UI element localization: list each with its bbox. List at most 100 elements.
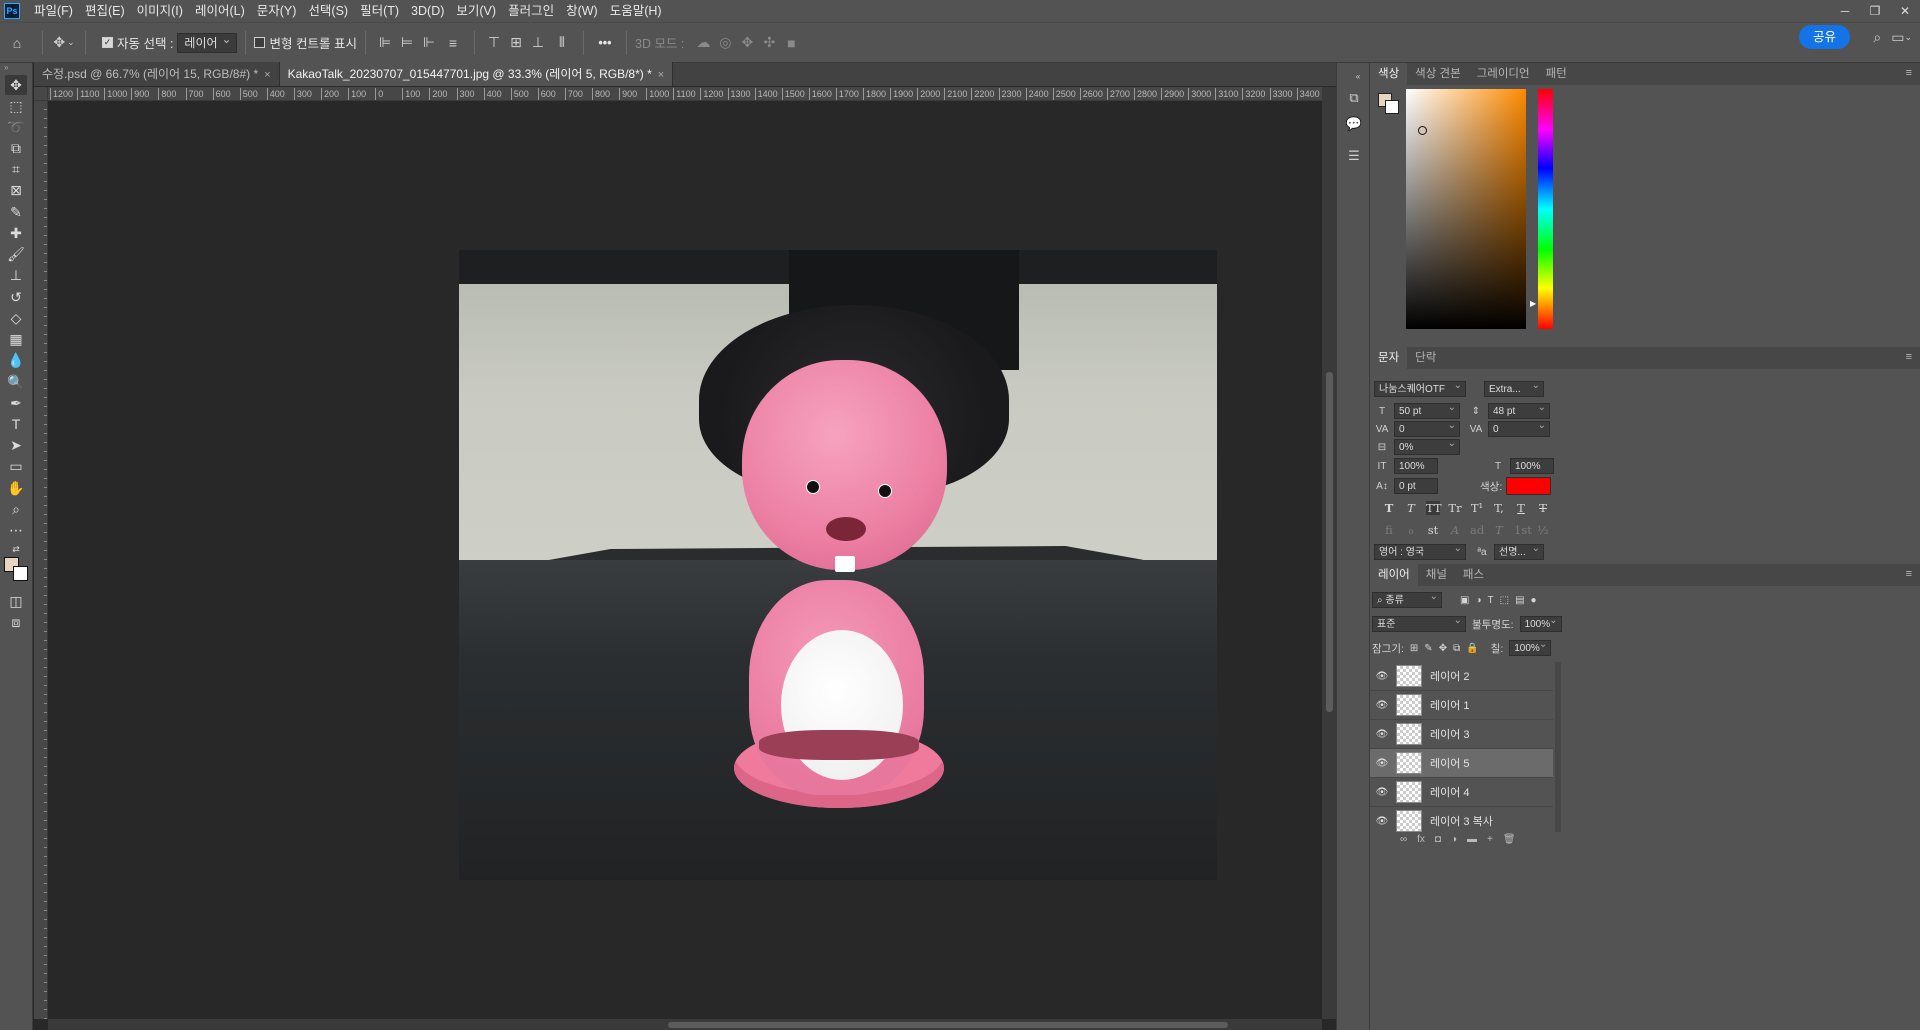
- search-icon[interactable]: ⌕: [1873, 29, 1881, 46]
- swash-button[interactable]: A: [1448, 523, 1462, 537]
- align-top-icon[interactable]: ⊤: [483, 34, 505, 51]
- object-select-icon[interactable]: ⧉: [5, 138, 27, 158]
- tab-paragraph[interactable]: 단락: [1407, 347, 1444, 369]
- menu-window[interactable]: 창(W): [560, 0, 604, 22]
- type-icon[interactable]: T: [5, 414, 27, 434]
- marquee-icon[interactable]: ⬚: [5, 96, 27, 116]
- path-select-icon[interactable]: ➤: [5, 435, 27, 455]
- align-right-icon[interactable]: ⊩: [418, 34, 440, 51]
- panel-menu-icon[interactable]: ≡: [1906, 351, 1912, 363]
- more-tools-icon[interactable]: ⋯: [5, 520, 27, 540]
- panel-menu-icon[interactable]: ≡: [1906, 67, 1912, 79]
- distribute-horizontal-icon[interactable]: ⫴: [549, 34, 575, 51]
- menu-type[interactable]: 문자(Y): [251, 0, 303, 22]
- background-color-swatch[interactable]: [1385, 100, 1399, 114]
- ligatures-button[interactable]: fi: [1382, 523, 1396, 537]
- scroll-thumb[interactable]: [668, 1022, 1228, 1028]
- menu-help[interactable]: 도움말(H): [604, 0, 668, 22]
- lock-position-icon[interactable]: ✥: [1439, 643, 1447, 654]
- menu-select[interactable]: 선택(S): [302, 0, 354, 22]
- menu-edit[interactable]: 편집(E): [79, 0, 131, 22]
- quick-mask-icon[interactable]: ◫: [5, 591, 27, 611]
- tab-layers[interactable]: 레이어: [1370, 564, 1418, 586]
- visibility-eye-icon[interactable]: 👁: [1370, 787, 1394, 798]
- tab-swatches[interactable]: 색상 견본: [1407, 63, 1469, 85]
- menu-3d[interactable]: 3D(D): [405, 0, 450, 22]
- underline-button[interactable]: T: [1514, 501, 1528, 515]
- tab-gradients[interactable]: 그레이디언: [1469, 63, 1538, 85]
- leading-field[interactable]: 48 pt: [1488, 401, 1550, 419]
- font-size-field[interactable]: 50 pt: [1394, 401, 1460, 419]
- menu-plugins[interactable]: 플러그인: [502, 0, 560, 22]
- faux-bold-button[interactable]: T: [1382, 501, 1396, 515]
- panel-menu-icon[interactable]: ≡: [1906, 568, 1912, 580]
- layer-style-icon[interactable]: fx: [1417, 834, 1425, 845]
- align-bottom-icon[interactable]: ⊥: [527, 34, 549, 51]
- brush-icon[interactable]: 🖌: [5, 244, 27, 264]
- distribute-vertical-icon[interactable]: ≡: [440, 35, 466, 51]
- antialias-dropdown[interactable]: 선명...: [1494, 542, 1544, 560]
- tab-paths[interactable]: 패스: [1455, 564, 1492, 586]
- filter-pixel-icon[interactable]: ▣: [1460, 595, 1469, 606]
- collapse-icon[interactable]: »: [4, 63, 8, 72]
- horizontal-scrollbar[interactable]: [48, 1019, 1322, 1030]
- healing-icon[interactable]: ✚: [5, 223, 27, 243]
- lock-artboard-icon[interactable]: ⧉: [1453, 643, 1460, 654]
- pen-icon[interactable]: ✒: [5, 393, 27, 413]
- blend-mode-dropdown[interactable]: 표준: [1372, 614, 1466, 632]
- color-picker-field[interactable]: [1406, 89, 1526, 329]
- rectangle-icon[interactable]: ▭: [5, 456, 27, 476]
- discretionary-ligatures-button[interactable]: st: [1426, 523, 1440, 537]
- collapse-icon[interactable]: «: [1353, 65, 1363, 87]
- layer-row[interactable]: 👁 레이어 3: [1370, 720, 1553, 749]
- layers-scrollbar[interactable]: [1555, 662, 1561, 832]
- ordinals-button[interactable]: 1st: [1514, 523, 1532, 537]
- filter-shape-icon[interactable]: ⬚: [1500, 595, 1509, 606]
- hue-slider-handle[interactable]: ▶: [1530, 299, 1536, 308]
- adjustment-layer-icon[interactable]: ◑: [1451, 834, 1457, 845]
- align-left-icon[interactable]: ⊫: [374, 34, 396, 51]
- crop-icon[interactable]: ⌗: [5, 159, 27, 179]
- lock-image-icon[interactable]: ✎: [1424, 643, 1432, 654]
- layer-row[interactable]: 👁 레이어 2: [1370, 662, 1553, 691]
- eyedropper-icon[interactable]: ✎: [5, 202, 27, 222]
- font-family-dropdown[interactable]: 나눔스퀘어OTF: [1374, 379, 1466, 397]
- menu-view[interactable]: 보기(V): [450, 0, 502, 22]
- minimize-button[interactable]: ─: [1830, 0, 1860, 22]
- filter-adjustment-icon[interactable]: ◑: [1475, 595, 1481, 606]
- close-button[interactable]: ✕: [1890, 0, 1920, 22]
- document-image[interactable]: [459, 250, 1217, 880]
- visibility-eye-icon[interactable]: 👁: [1370, 758, 1394, 769]
- lock-transparency-icon[interactable]: ⊞: [1410, 643, 1418, 654]
- titling-alternates-button[interactable]: T: [1492, 523, 1506, 537]
- dodge-icon[interactable]: 🔍: [5, 372, 27, 392]
- history-brush-icon[interactable]: ↺: [5, 287, 27, 307]
- auto-select-checkbox[interactable]: ✓: [102, 37, 113, 48]
- workspace-icon[interactable]: ▭ ⌄: [1891, 29, 1912, 46]
- new-layer-icon[interactable]: +: [1487, 834, 1493, 845]
- tracking-field[interactable]: 0: [1488, 419, 1550, 437]
- hue-slider[interactable]: [1538, 89, 1553, 329]
- layer-row[interactable]: 👁 레이어 3 복사: [1370, 807, 1553, 832]
- delete-layer-icon[interactable]: 🗑: [1503, 834, 1516, 845]
- lock-all-icon[interactable]: 🔒: [1466, 643, 1478, 654]
- menu-image[interactable]: 이미지(I): [131, 0, 189, 22]
- tsume-field[interactable]: 0%: [1394, 437, 1460, 455]
- fill-field[interactable]: 100%: [1509, 638, 1552, 656]
- hand-icon[interactable]: ✋: [5, 478, 27, 498]
- close-icon[interactable]: ×: [264, 69, 270, 81]
- zoom-icon[interactable]: ⌕: [5, 499, 27, 519]
- align-center-icon[interactable]: ⊨: [396, 34, 418, 51]
- screen-mode-icon[interactable]: ⧈: [5, 612, 27, 632]
- small-caps-button[interactable]: Tr: [1448, 501, 1462, 515]
- color-picker-cursor[interactable]: [1418, 126, 1427, 135]
- document-tab-active[interactable]: KakaoTalk_20230707_015447701.jpg @ 33.3%…: [279, 62, 674, 86]
- font-style-dropdown[interactable]: Extra...: [1484, 379, 1544, 397]
- strikethrough-button[interactable]: T: [1536, 501, 1550, 515]
- scroll-thumb[interactable]: [1326, 372, 1333, 712]
- stylistic-alternates-button[interactable]: ad: [1470, 523, 1484, 537]
- stamp-icon[interactable]: ⊥: [5, 265, 27, 285]
- menu-layer[interactable]: 레이어(L): [189, 0, 251, 22]
- all-caps-button[interactable]: TT: [1426, 501, 1442, 515]
- background-color-swatch[interactable]: [13, 566, 28, 581]
